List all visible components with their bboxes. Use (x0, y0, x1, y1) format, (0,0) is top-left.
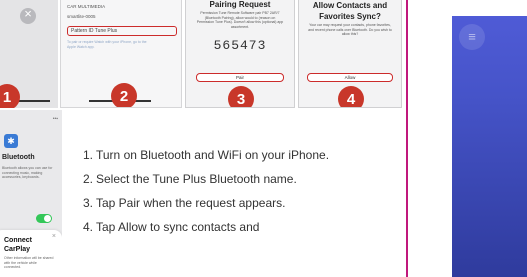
bluetooth-heading: Bluetooth (2, 154, 35, 161)
close-icon (20, 6, 36, 24)
connect-carplay-title: Connect CarPlay (4, 236, 32, 254)
step-3-screenshot: Pairing Request Permission Tune Remote S… (185, 0, 295, 108)
step-badge-4: 4 (338, 86, 364, 107)
connect-carplay-text: Other information will be shared with th… (4, 256, 54, 269)
car-multimedia-header: CAR MULTIMEDIA (67, 4, 106, 9)
instruction-number: 3. (83, 196, 94, 210)
step-badge-3: 3 (228, 86, 254, 107)
allow-contacts-title: Allow Contacts and Favorites Sync? (312, 1, 388, 21)
pairing-request-body: Permission Tune Remote Software pair PB7… (196, 11, 284, 29)
carplay-phone-screenshot: ••▪ ✱ Bluetooth Bluetooth allows you can… (0, 110, 62, 277)
step-4-screenshot: Allow Contacts and Favorites Sync? Your … (298, 0, 402, 108)
instruction-number: 1. (83, 148, 94, 162)
instruction-item: 4. Tap Allow to sync contacts and (83, 220, 403, 235)
instruction-text: Tap Pair when the request appears. (96, 196, 286, 210)
device-id: smartlite-0005 (67, 14, 96, 19)
card-title-line-2: CarPlay (4, 246, 31, 253)
close-icon[interactable]: × (52, 233, 56, 240)
instruction-item: 3. Tap Pair when the request appears. (83, 196, 403, 211)
instruction-text: Turn on Bluetooth and WiFi on your iPhon… (96, 148, 330, 162)
step-1-screenshot: 1 (0, 0, 58, 108)
instruction-number: 2. (83, 172, 94, 186)
device-name-field[interactable]: Pattern ID Tune Plus (67, 26, 177, 36)
allow-button[interactable]: Allow (307, 73, 393, 82)
step-badge-1: 1 (0, 84, 20, 108)
instruction-text: Select the Tune Plus Bluetooth name. (96, 172, 297, 186)
bluetooth-icon: ✱ (4, 134, 18, 148)
section-divider (406, 0, 408, 277)
instruction-item: 2. Select the Tune Plus Bluetooth name. (83, 172, 403, 187)
instruction-text: Tap Allow to sync contacts and (96, 220, 260, 234)
allow-contacts-body: Your car may request your contacts, phon… (308, 23, 392, 36)
pairing-code: 565473 (213, 38, 267, 53)
card-title-line-1: Connect (4, 237, 32, 244)
bluetooth-toggle[interactable] (36, 214, 52, 223)
instruction-list: 1. Turn on Bluetooth and WiFi on your iP… (83, 148, 403, 244)
step-badge-2: 2 (111, 83, 137, 107)
bluetooth-description: Bluetooth allows you can use for connect… (2, 166, 53, 179)
pairing-request-title: Pairing Request (209, 0, 271, 9)
signal-icon: ••▪ (52, 116, 58, 122)
menu-icon[interactable]: ≡ (459, 24, 485, 50)
step-2-screenshot: CAR MULTIMEDIA smartlite-0005 Pattern ID… (60, 0, 182, 108)
instruction-number: 4. (83, 220, 94, 234)
side-panel: ≡ (452, 16, 527, 277)
instruction-item: 1. Turn on Bluetooth and WiFi on your iP… (83, 148, 403, 163)
connect-carplay-card: × Connect CarPlay Other information will… (0, 230, 62, 277)
pairing-note: To pair or require Watch with your iPhon… (67, 40, 147, 49)
pair-button[interactable]: Pair (196, 73, 284, 82)
